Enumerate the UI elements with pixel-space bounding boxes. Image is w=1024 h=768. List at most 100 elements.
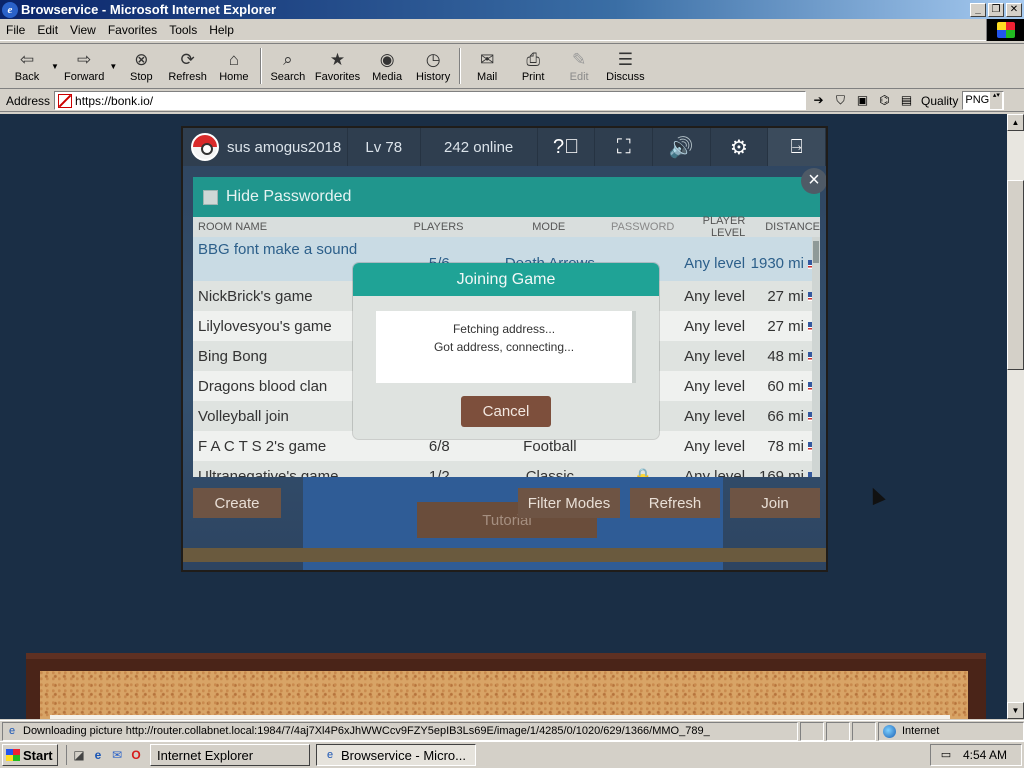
standard-toolbar: ⇦ Back ▼ ⇨ Forward ▼ ⊗ Stop ⟳ Refresh ⌂ Home … [0, 43, 1024, 89]
page-scrollbar[interactable]: ▲ ▼ [1007, 114, 1024, 719]
room-list-scrollbar[interactable] [812, 237, 820, 477]
forward-button[interactable]: ⇨ Forward [60, 44, 108, 88]
camera-button[interactable]: ⛶ [595, 128, 654, 166]
room-level: Any level [684, 347, 746, 365]
search-icon: ⌕ [283, 50, 293, 69]
minimize-button[interactable]: _ [970, 2, 986, 17]
refresh-button[interactable]: ⟳ Refresh [164, 44, 211, 88]
menu-edit[interactable]: Edit [31, 23, 64, 37]
search-label: Search [270, 71, 306, 83]
task-label: Browservice - Micro... [341, 747, 466, 763]
home-button[interactable]: ⌂ Home [211, 44, 257, 88]
filter-modes-button[interactable]: Filter Modes [518, 488, 620, 518]
clock[interactable]: 4:54 AM [963, 748, 1007, 762]
stop-button[interactable]: ⊗ Stop [118, 44, 164, 88]
opera-icon[interactable]: O [128, 747, 144, 763]
zone-label: Internet [902, 725, 940, 737]
close-button[interactable]: ✕ [1006, 2, 1022, 17]
favorites-button[interactable]: ★ Favorites [311, 44, 364, 88]
media-icon: ◉ [379, 50, 395, 69]
menu-help[interactable]: Help [203, 23, 240, 37]
history-button[interactable]: ◷ History [410, 44, 456, 88]
ie-icon: e [326, 749, 334, 761]
history-icon: ◷ [425, 50, 441, 69]
avatar [191, 133, 219, 161]
sound-button[interactable]: 🔊 [653, 128, 711, 166]
window-title: Browservice - Microsoft Internet Explore… [21, 2, 277, 17]
create-button[interactable]: Create [193, 488, 281, 518]
media-button[interactable]: ◉ Media [364, 44, 410, 88]
bookmark-icon[interactable]: ⛉ [832, 92, 849, 109]
mail-button[interactable]: ✉ Mail [464, 44, 510, 88]
room-mode: Classic [525, 467, 575, 478]
find-binoculars-icon[interactable]: ⌬ [876, 92, 893, 109]
forward-dropdown[interactable]: ▼ [108, 44, 118, 88]
view-source-icon[interactable]: ▣ [854, 92, 871, 109]
menu-file[interactable]: File [0, 23, 31, 37]
menu-favorites[interactable]: Favorites [102, 23, 163, 37]
scroll-down-arrow-icon[interactable]: ▼ [1007, 702, 1024, 719]
camera-icon: ⛶ [616, 135, 631, 158]
discuss-button[interactable]: ☰ Discuss [602, 44, 649, 88]
col-mode[interactable]: MODE [486, 221, 611, 233]
page-loading-icon: e [8, 725, 16, 737]
help-button[interactable]: ?⃝ [538, 128, 596, 166]
print-button[interactable]: ⎙ Print [510, 44, 556, 88]
join-button[interactable]: Join [730, 488, 820, 518]
mail-icon: ✉ [480, 50, 495, 69]
settings-button[interactable]: ⚙ [711, 128, 769, 166]
refresh-rooms-button[interactable]: Refresh [630, 488, 720, 518]
printer-icon: ⎙ [526, 50, 540, 69]
room-distance-cell: 1930 mi [745, 241, 820, 272]
scroll-up-arrow-icon[interactable]: ▲ [1007, 114, 1024, 131]
room-distance-cell: 60 mi [745, 378, 820, 395]
col-room-name[interactable]: ROOM NAME [193, 221, 391, 233]
col-player-level[interactable]: PLAYER LEVEL [674, 215, 746, 239]
menu-bar: File Edit View Favorites Tools Help [0, 19, 1024, 41]
outlook-icon[interactable]: ✉ [109, 747, 125, 763]
clipboard-icon[interactable]: ▤ [898, 92, 915, 109]
room-distance-cell: 27 mi [745, 288, 820, 305]
menu-tools[interactable]: Tools [163, 23, 203, 37]
quality-label: Quality [921, 93, 959, 108]
back-label: Back [14, 71, 40, 83]
room-distance-cell: 169 mi [745, 468, 820, 477]
back-button[interactable]: ⇦ Back [4, 44, 50, 88]
room-distance: 66 mi [767, 407, 805, 425]
col-password[interactable]: PASSWORD [611, 221, 674, 233]
favorites-folder-icon: ★ [329, 50, 346, 69]
col-players[interactable]: PLAYERS [391, 221, 487, 233]
go-arrow-icon[interactable]: ➔ [810, 92, 827, 109]
show-desktop-icon[interactable]: ◪ [71, 747, 87, 763]
scroll-thumb[interactable] [1007, 180, 1024, 370]
taskbar: Start ◪ e ✉ O Internet Explorer e Browse… [0, 741, 1024, 768]
room-players: 1/2 [428, 467, 450, 478]
exit-door-icon: ⍈ [790, 135, 803, 158]
network-icon[interactable]: ▭ [939, 748, 953, 762]
close-room-list-button[interactable]: × [801, 168, 826, 194]
hide-passworded-checkbox[interactable] [203, 189, 218, 205]
player-info: sus amogus2018 [183, 128, 348, 166]
col-distance[interactable]: DISTANCE [745, 221, 820, 233]
search-button[interactable]: ⌕ Search [265, 44, 311, 88]
taskbar-task-ie[interactable]: Internet Explorer [150, 744, 310, 766]
speaker-icon: 🔊 [668, 136, 694, 159]
quality-select[interactable]: PNG [962, 91, 1005, 110]
cork-board-decoration [26, 653, 986, 719]
cancel-button[interactable]: Cancel [461, 396, 551, 427]
window-titlebar[interactable]: e Browservice - Microsoft Internet Explo… [0, 0, 1024, 19]
address-input[interactable]: https://bonk.io/ [54, 91, 807, 110]
table-row[interactable]: Ultranegative's game 1/2 Classic 🔒 Any l… [193, 461, 820, 477]
room-name: F A C T S 2's game [198, 437, 327, 455]
start-button[interactable]: Start [2, 744, 58, 766]
refresh-icon: ⟳ [180, 50, 195, 69]
start-label: Start [23, 747, 53, 763]
dialog-status-log: Fetching address... Got address, connect… [376, 311, 636, 383]
ie-quicklaunch-icon[interactable]: e [90, 747, 106, 763]
print-label: Print [521, 71, 545, 83]
back-dropdown[interactable]: ▼ [50, 44, 60, 88]
exit-button[interactable]: ⍈ [768, 128, 826, 166]
taskbar-task-browservice[interactable]: e Browservice - Micro... [316, 744, 476, 766]
menu-view[interactable]: View [64, 23, 102, 37]
restore-button[interactable]: ❐ [988, 2, 1004, 17]
